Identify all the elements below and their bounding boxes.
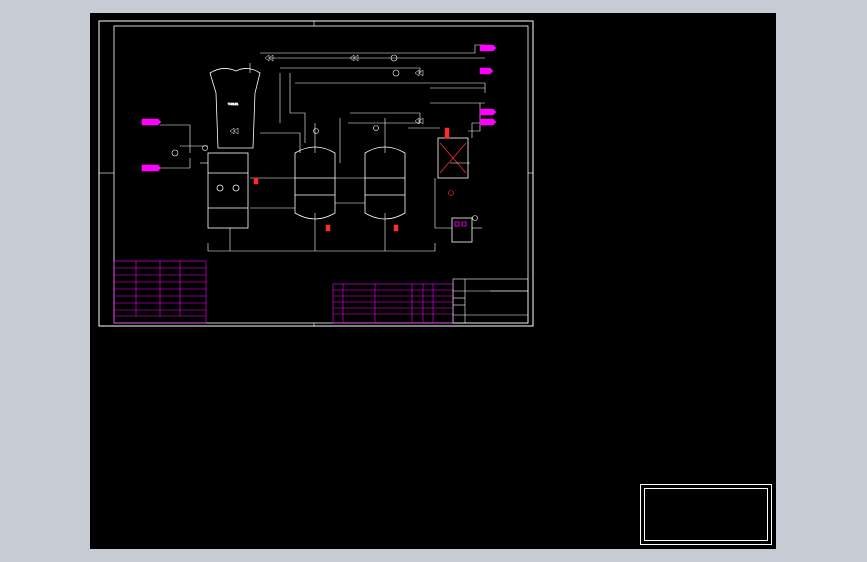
piping — [160, 44, 490, 252]
watermark-inner-frame — [644, 488, 768, 541]
offpage-connectors — [141, 44, 497, 172]
title-block — [452, 278, 529, 324]
equipment-list-table — [113, 260, 207, 324]
highlight-marks — [253, 127, 450, 232]
process-flow-diagram: T-0101 — [98, 20, 534, 327]
valves — [229, 54, 424, 135]
cad-viewport[interactable]: T-0101 — [90, 13, 776, 549]
parts-list-table — [332, 283, 454, 324]
receiver-tank — [451, 217, 473, 243]
watermark-stamp — [640, 484, 772, 545]
svg-text:T-0101: T-0101 — [227, 102, 238, 106]
sheet-inner-border — [113, 25, 529, 324]
reactor-right — [364, 146, 406, 220]
reactor-middle — [294, 146, 336, 220]
column-vessel: T-0101 — [209, 68, 261, 149]
condenser-unit — [437, 137, 469, 179]
exchanger-left — [207, 152, 249, 229]
